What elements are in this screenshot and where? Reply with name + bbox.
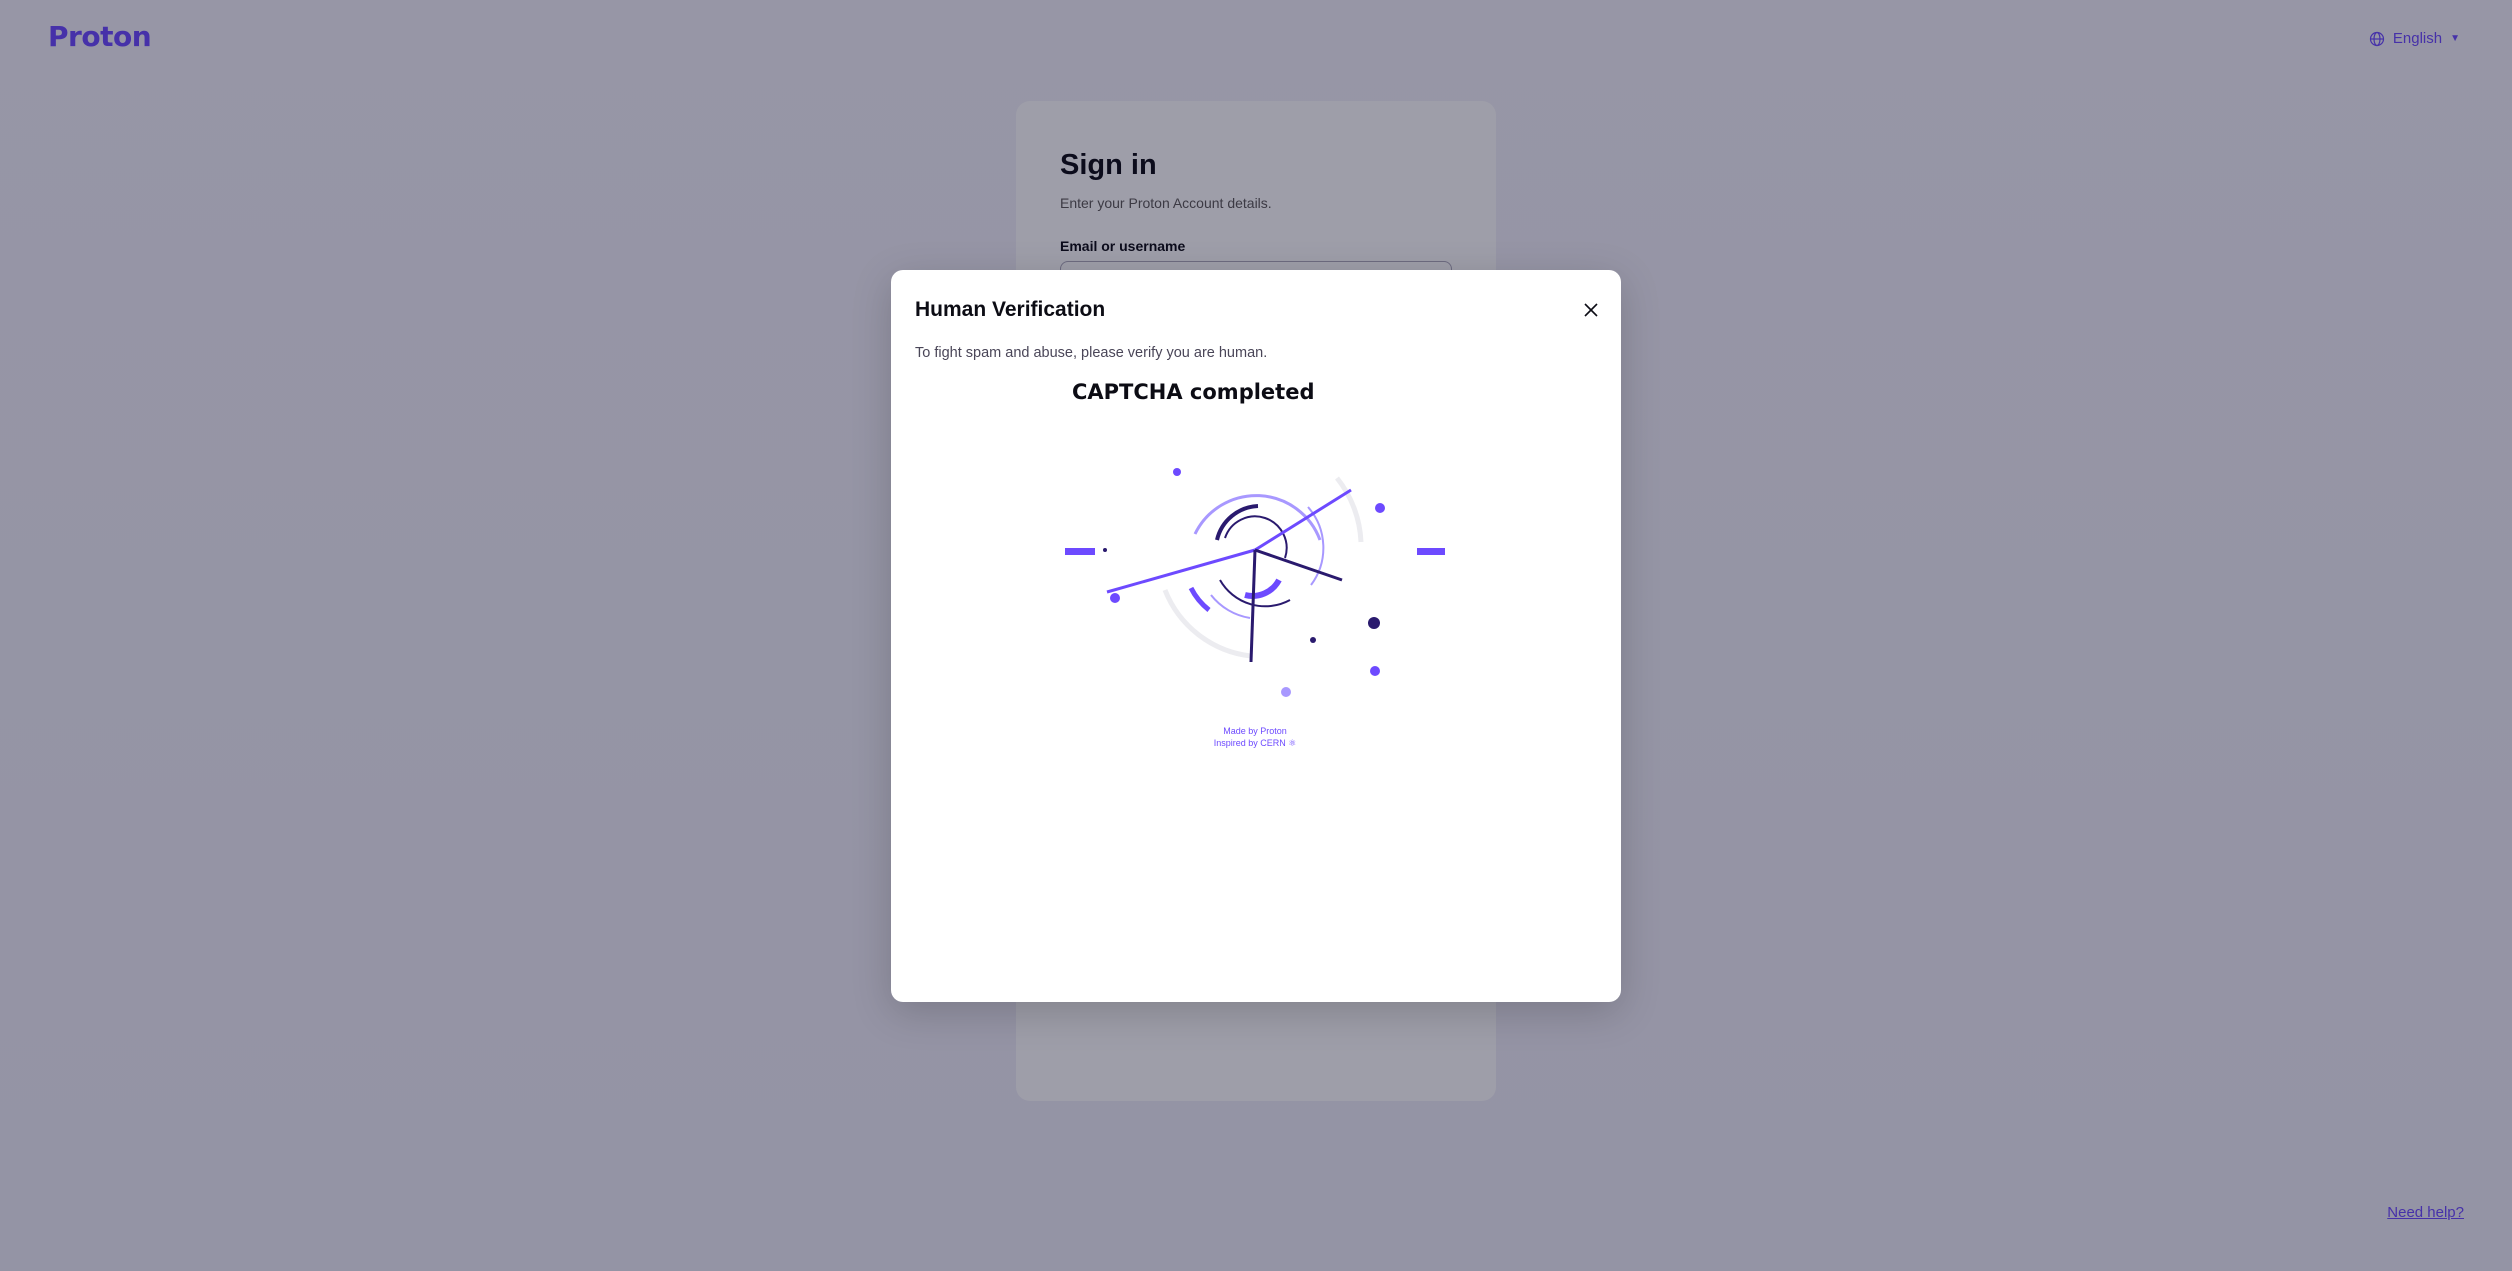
- human-verification-modal: Human Verification To fight spam and abu…: [891, 270, 1621, 1002]
- modal-description: To fight spam and abuse, please verify y…: [915, 345, 1268, 361]
- credit-line-cern: Inspired by CERN ⚛: [1213, 738, 1297, 748]
- modal-title: Human Verification: [915, 298, 1106, 321]
- atom-icon: ⚛: [1288, 738, 1297, 748]
- captcha-frame[interactable]: CAPTCHA completed Made by Proton Inspire…: [915, 380, 1597, 980]
- captcha-status: CAPTCHA completed: [1072, 380, 1315, 404]
- close-button[interactable]: [1579, 298, 1603, 322]
- captcha-illustration: [1065, 468, 1445, 697]
- credit-line-proton: Made by Proton: [1223, 726, 1287, 736]
- captcha-credits: Made by Proton Inspired by CERN ⚛: [1195, 725, 1315, 749]
- close-icon: [1584, 303, 1598, 317]
